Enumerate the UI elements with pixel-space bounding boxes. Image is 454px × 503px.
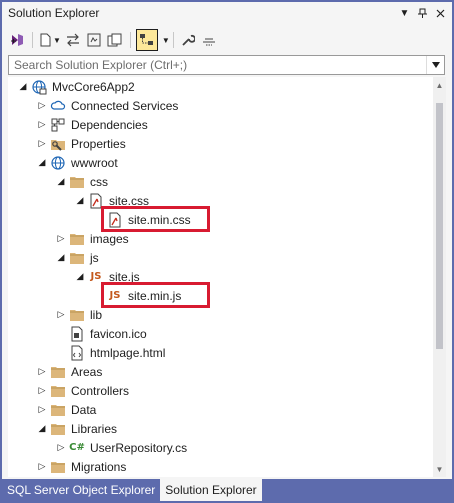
preview-selected-items-icon[interactable]: [200, 29, 218, 51]
toolbar: ▼ ▼: [2, 27, 452, 53]
tree-item-label: Dependencies: [71, 117, 148, 132]
collapsed-triangle-icon[interactable]: ▷: [54, 441, 68, 455]
window-title: Solution Explorer: [8, 6, 100, 20]
title-bar: Solution Explorer ▼: [2, 2, 452, 24]
collapsed-triangle-icon[interactable]: ▷: [35, 137, 49, 151]
tree-item-data-folder[interactable]: ▷ Data: [35, 400, 97, 419]
search-options-dropdown-icon[interactable]: [426, 56, 444, 74]
expanded-triangle-icon[interactable]: ◢: [35, 156, 49, 170]
highlight-box-site-min-js: [101, 282, 210, 308]
tree-item-connected-services[interactable]: ▷ Connected Services: [35, 96, 179, 115]
tree-item-dependencies[interactable]: ▷ Dependencies: [35, 115, 148, 134]
tree-item-areas-folder[interactable]: ▷ Areas: [35, 362, 103, 381]
sync-with-document-icon[interactable]: [64, 29, 82, 51]
tree-item-label: images: [90, 231, 129, 246]
close-icon[interactable]: [433, 6, 448, 21]
collapsed-triangle-icon[interactable]: ▷: [35, 365, 49, 379]
search-box[interactable]: [8, 55, 445, 75]
tree-item-label: Libraries: [71, 421, 118, 436]
tree-item-label: Properties: [71, 136, 126, 151]
refresh-icon[interactable]: [85, 29, 103, 51]
collapsed-triangle-icon[interactable]: ▷: [54, 232, 68, 246]
tree-item-label: js: [90, 250, 99, 265]
ico-file-icon: [68, 326, 86, 342]
show-all-files-icon[interactable]: [135, 29, 158, 51]
collapse-all-icon[interactable]: [106, 29, 124, 51]
tab-solution-explorer[interactable]: Solution Explorer: [160, 479, 262, 501]
connected-services-icon: [49, 98, 67, 114]
folder-icon: [68, 231, 86, 247]
tree-item-label: Data: [71, 402, 97, 417]
csharp-file-icon: C#: [69, 442, 85, 453]
scrollbar-thumb[interactable]: [436, 103, 443, 349]
tree-item-label: wwwroot: [71, 155, 118, 170]
tree-item-label: Controllers: [71, 383, 130, 398]
collapsed-triangle-icon[interactable]: ▷: [35, 384, 49, 398]
tree-item-label: favicon.ico: [90, 326, 147, 341]
properties-folder-icon: [49, 136, 67, 152]
tree-item-js-folder[interactable]: ◢ js: [54, 248, 99, 267]
tree-item-label: Migrations: [71, 459, 127, 474]
tree-item-properties[interactable]: ▷ Properties: [35, 134, 126, 153]
tree-item-htmlpage[interactable]: htmlpage.html: [68, 343, 165, 362]
expanded-triangle-icon[interactable]: ◢: [73, 194, 87, 208]
tree-item-label: MvcCore6App2: [52, 79, 135, 94]
bottom-tab-bar: SQL Server Object Explorer Solution Expl…: [2, 479, 452, 501]
tree-item-project[interactable]: ◢ MvcCore6App2: [16, 77, 135, 96]
folder-icon: [49, 421, 67, 437]
tree-item-label: UserRepository.cs: [90, 440, 188, 455]
tree-item-css-folder[interactable]: ◢ css: [54, 172, 108, 191]
collapsed-triangle-icon[interactable]: ▷: [35, 118, 49, 132]
html-file-icon: [68, 345, 86, 361]
folder-icon: [49, 402, 67, 418]
toolbar-separator: [129, 32, 131, 48]
collapsed-triangle-icon[interactable]: ▷: [35, 403, 49, 417]
expanded-triangle-icon[interactable]: ◢: [54, 175, 68, 189]
scroll-up-icon[interactable]: ▲: [433, 77, 446, 93]
tree-item-lib-folder[interactable]: ▷ lib: [54, 305, 102, 324]
tab-sql-server-object-explorer[interactable]: SQL Server Object Explorer: [2, 479, 160, 501]
vertical-scrollbar[interactable]: ▲ ▼: [433, 77, 446, 477]
dependencies-icon: [49, 117, 67, 133]
web-project-icon: [30, 79, 48, 95]
properties-wrench-icon[interactable]: [179, 29, 197, 51]
expanded-triangle-icon[interactable]: ◢: [54, 251, 68, 265]
folder-icon: [68, 307, 86, 323]
folder-icon: [49, 459, 67, 475]
globe-icon: [49, 155, 67, 171]
expanded-triangle-icon[interactable]: ◢: [73, 270, 87, 284]
collapsed-triangle-icon[interactable]: ▷: [35, 99, 49, 113]
show-all-files-dropdown-icon[interactable]: ▼: [162, 36, 170, 45]
tree-item-label: css: [90, 174, 108, 189]
tree-item-user-repository[interactable]: ▷ C# UserRepository.cs: [54, 438, 188, 457]
tree-item-images-folder[interactable]: ▷ images: [54, 229, 129, 248]
toolbar-separator: [32, 32, 33, 48]
folder-icon: [68, 174, 86, 190]
switch-views-icon[interactable]: [8, 29, 26, 51]
collapsed-triangle-icon[interactable]: ▷: [35, 460, 49, 474]
tree-item-label: lib: [90, 307, 103, 322]
tree-item-label: Connected Services: [71, 98, 179, 113]
search-input[interactable]: [9, 56, 426, 74]
tree-item-label: Areas: [71, 364, 103, 379]
tree-item-migrations-folder[interactable]: ▷ Migrations: [35, 457, 127, 476]
solution-tree: ◢ MvcCore6App2 ▷ Connected Services ▷ De…: [8, 77, 433, 477]
tree-item-wwwroot[interactable]: ◢ wwwroot: [35, 153, 118, 172]
window-position-dropdown-icon[interactable]: ▼: [397, 6, 412, 21]
collapsed-triangle-icon[interactable]: ▷: [54, 308, 68, 322]
pin-icon[interactable]: [415, 6, 430, 21]
folder-icon: [49, 383, 67, 399]
expanded-triangle-icon[interactable]: ◢: [16, 80, 30, 94]
tree-item-label: htmlpage.html: [90, 345, 166, 360]
tree-item-libraries-folder[interactable]: ◢ Libraries: [35, 419, 118, 438]
new-item-icon[interactable]: ▼: [38, 29, 61, 51]
tree-item-controllers-folder[interactable]: ▷ Controllers: [35, 381, 130, 400]
folder-icon: [68, 250, 86, 266]
expanded-triangle-icon[interactable]: ◢: [35, 422, 49, 436]
toolbar-separator: [172, 32, 174, 48]
scroll-down-icon[interactable]: ▼: [433, 461, 446, 477]
tree-item-favicon[interactable]: favicon.ico: [68, 324, 147, 343]
folder-icon: [49, 364, 67, 380]
